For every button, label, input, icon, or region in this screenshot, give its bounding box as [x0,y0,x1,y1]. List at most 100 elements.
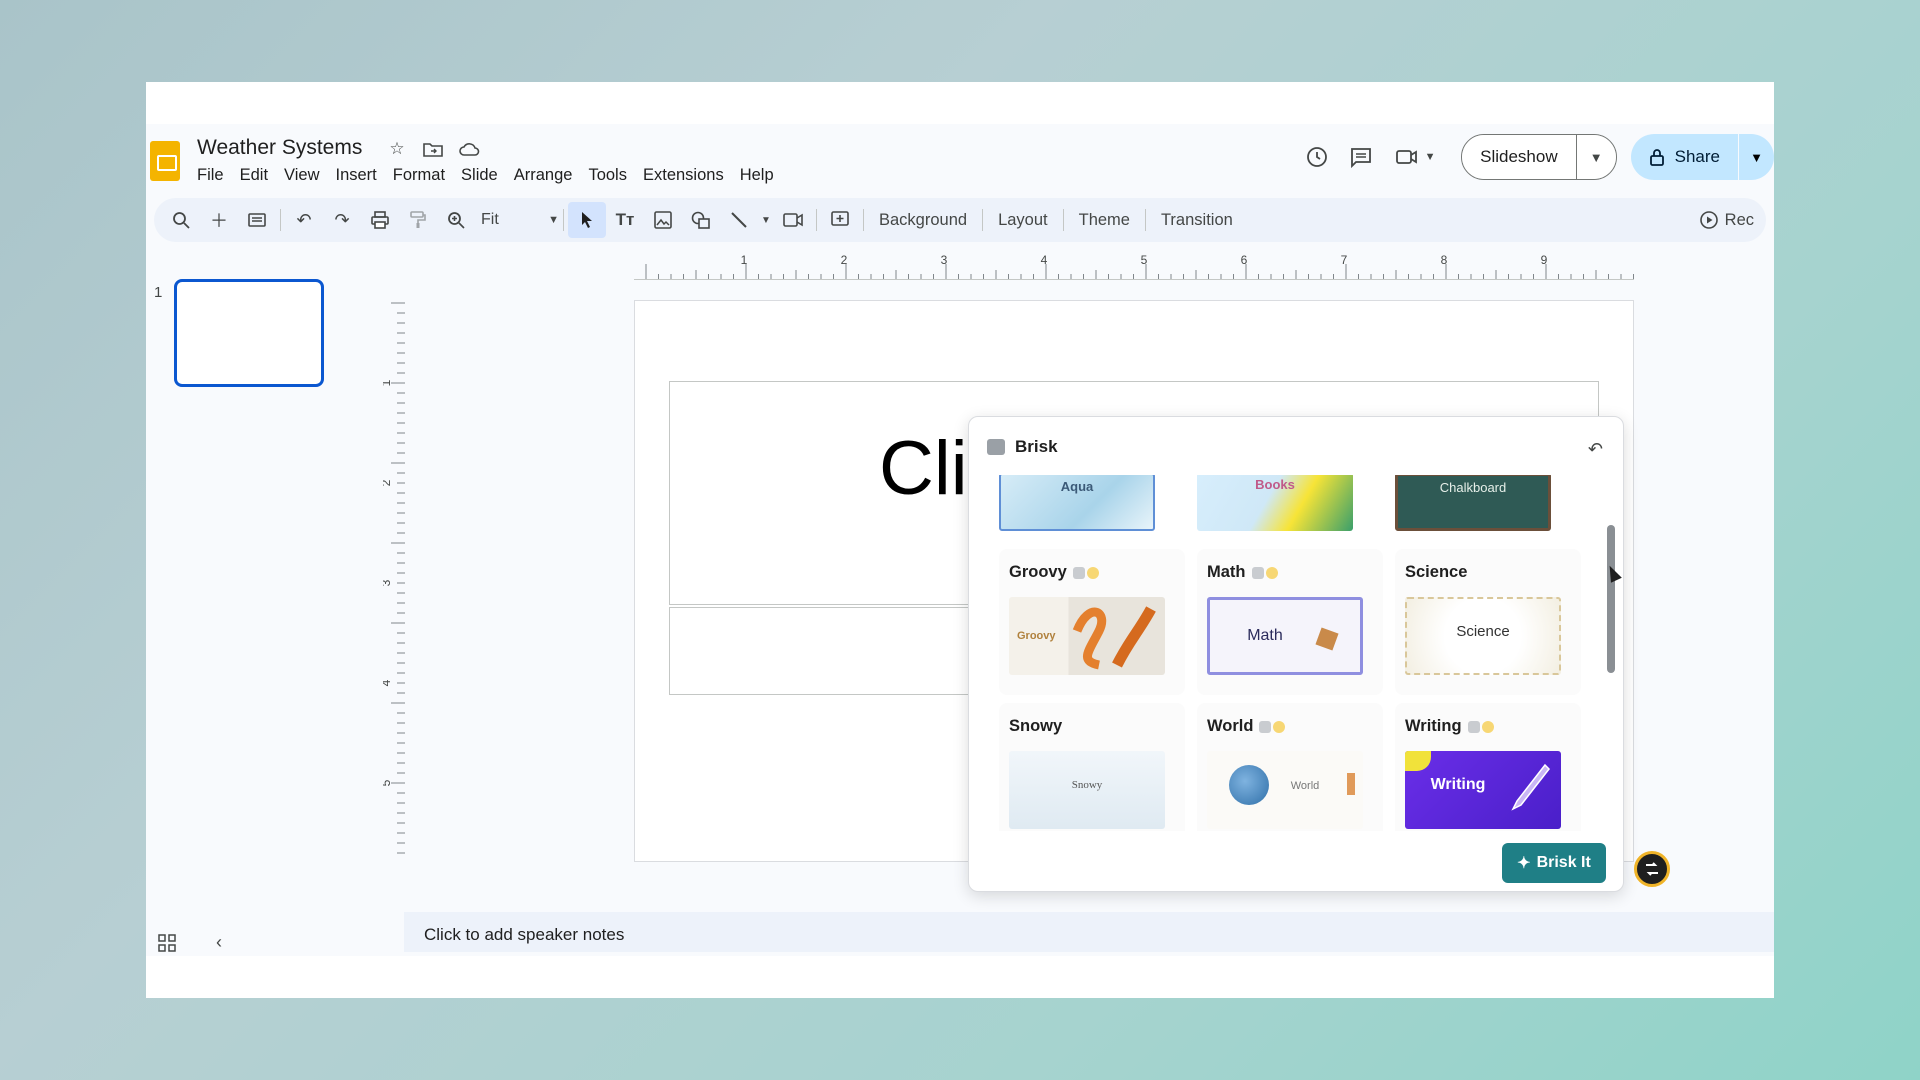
theme-card-writing[interactable]: Writing Writing [1395,703,1581,831]
slideshow-button[interactable]: Slideshow [1462,135,1576,179]
toolbar-divider [1144,209,1146,231]
collapse-filmstrip-icon[interactable]: ‹ [216,932,222,953]
grid-view-icon[interactable] [158,934,176,957]
shape-icon[interactable] [682,202,720,238]
horizontal-ruler[interactable]: 1 2 3 4 5 6 7 8 9 [634,254,1634,280]
select-cursor-icon[interactable] [568,202,606,238]
premium-badge-icon [1251,566,1278,579]
new-slide-icon[interactable]: ＋ [200,202,238,238]
text-box-icon[interactable]: Tт [606,202,644,238]
menu-bar: File Edit View Insert Format Slide Arran… [197,166,782,185]
layout-button[interactable]: Layout [987,211,1059,230]
cloud-saved-icon[interactable] [458,138,480,160]
slides-logo-icon[interactable] [150,141,180,181]
theme-thumb-books[interactable]: Books [1197,475,1353,531]
background-button[interactable]: Background [868,211,978,230]
ruler-label: 5 [1141,254,1148,267]
ruler-label: 1 [741,254,748,267]
search-menus-icon[interactable] [162,202,200,238]
theme-card-math[interactable]: Math Math [1197,549,1383,695]
transition-button[interactable]: Transition [1150,211,1244,230]
print-icon[interactable] [361,202,399,238]
header-actions: ▼ Slideshow ▼ Share ▼ [1295,134,1774,180]
share-button[interactable]: Share [1631,134,1738,180]
share-dropdown-icon[interactable]: ▼ [1738,134,1774,180]
bottom-strip [146,956,1774,998]
theme-card-world[interactable]: World World [1197,703,1383,831]
brisk-extension-fab-icon[interactable] [1634,851,1670,887]
theme-thumb-world: World [1207,751,1363,829]
theme-button[interactable]: Theme [1068,211,1141,230]
theme-name: Groovy [1009,563,1099,582]
theme-gallery[interactable]: Aqua Books Chalkboard Groovy Groovy Math… [969,475,1605,831]
rec-button[interactable]: Rec [1699,210,1754,230]
toolbar-divider [816,209,817,231]
redo-icon[interactable]: ↷ [323,202,361,238]
slideshow-group: Slideshow ▼ [1461,134,1617,180]
star-icon[interactable]: ☆ [386,138,408,160]
move-folder-icon[interactable] [422,138,444,160]
theme-thumb-label: Writing [1430,776,1486,793]
toolbar-divider [982,209,984,231]
ruler-label: 8 [1441,254,1448,267]
brisk-it-button[interactable]: ✦ Brisk It [1502,843,1606,883]
version-history-icon[interactable] [1295,135,1339,179]
menu-view[interactable]: View [276,166,327,185]
theme-name: Snowy [1009,717,1063,735]
theme-thumb-aqua[interactable]: Aqua [999,475,1155,531]
vertical-ruler[interactable]: 1 2 3 4 5 [383,297,405,857]
theme-name: Writing [1405,717,1494,736]
premium-badge-icon [1467,720,1494,733]
theme-thumb-label: Aqua [1060,479,1094,494]
meet-camera-icon[interactable]: ▼ [1383,135,1447,179]
theme-thumb-label: Snowy [1071,779,1103,791]
toolbar-divider [863,209,864,231]
share-label: Share [1674,147,1720,166]
line-dropdown-icon[interactable]: ▼ [758,215,774,226]
brisk-logo-icon [987,439,1005,455]
ruler-label: 7 [1341,254,1348,267]
premium-badge-icon [1072,566,1099,579]
theme-thumb-label: Books [1255,477,1295,492]
document-title[interactable]: Weather Systems [197,136,362,160]
speaker-notes-placeholder[interactable]: Click to add speaker notes [424,925,624,945]
toolbar-divider [1062,209,1064,231]
menu-slide[interactable]: Slide [453,166,506,185]
theme-card-snowy[interactable]: Snowy Snowy [999,703,1185,831]
chevron-down-icon: ▼ [548,214,559,226]
brisk-panel: Brisk ↶ Aqua Books Chalkboard Groovy Gro… [968,416,1624,892]
insert-video-icon[interactable] [774,202,812,238]
slide-number: 1 [154,284,163,301]
theme-thumb-chalkboard[interactable]: Chalkboard [1395,475,1551,531]
slide-layout-icon[interactable] [238,202,276,238]
ruler-label: 3 [383,579,393,586]
undo-icon[interactable]: ↶ [1588,439,1603,460]
theme-card-groovy[interactable]: Groovy Groovy [999,549,1185,695]
theme-thumb-label: Science [1456,622,1510,640]
theme-card-science[interactable]: Science Science [1395,549,1581,695]
menu-format[interactable]: Format [385,166,453,185]
slideshow-dropdown-icon[interactable]: ▼ [1575,135,1616,179]
undo-icon[interactable]: ↶ [285,202,323,238]
menu-tools[interactable]: Tools [580,166,635,185]
menu-extensions[interactable]: Extensions [635,166,732,185]
zoom-select[interactable]: Fit ▼ [475,211,559,229]
slide-thumbnail[interactable] [174,279,324,387]
gallery-scrollbar[interactable] [1607,525,1615,673]
line-icon[interactable] [720,202,758,238]
ruler-label: 1 [383,379,393,386]
add-comment-icon[interactable] [821,202,859,238]
zoom-icon[interactable] [437,202,475,238]
comments-icon[interactable] [1339,135,1383,179]
menu-help[interactable]: Help [732,166,782,185]
theme-thumb-groovy: Groovy [1009,597,1165,675]
menu-file[interactable]: File [197,166,232,185]
insert-image-icon[interactable] [644,202,682,238]
title-placeholder-text: Cli [879,426,968,511]
share-group: Share ▼ [1630,134,1774,180]
sparkle-icon: ✦ [1517,855,1531,872]
menu-insert[interactable]: Insert [328,166,385,185]
paint-format-icon[interactable] [399,202,437,238]
menu-arrange[interactable]: Arrange [506,166,581,185]
menu-edit[interactable]: Edit [232,166,276,185]
